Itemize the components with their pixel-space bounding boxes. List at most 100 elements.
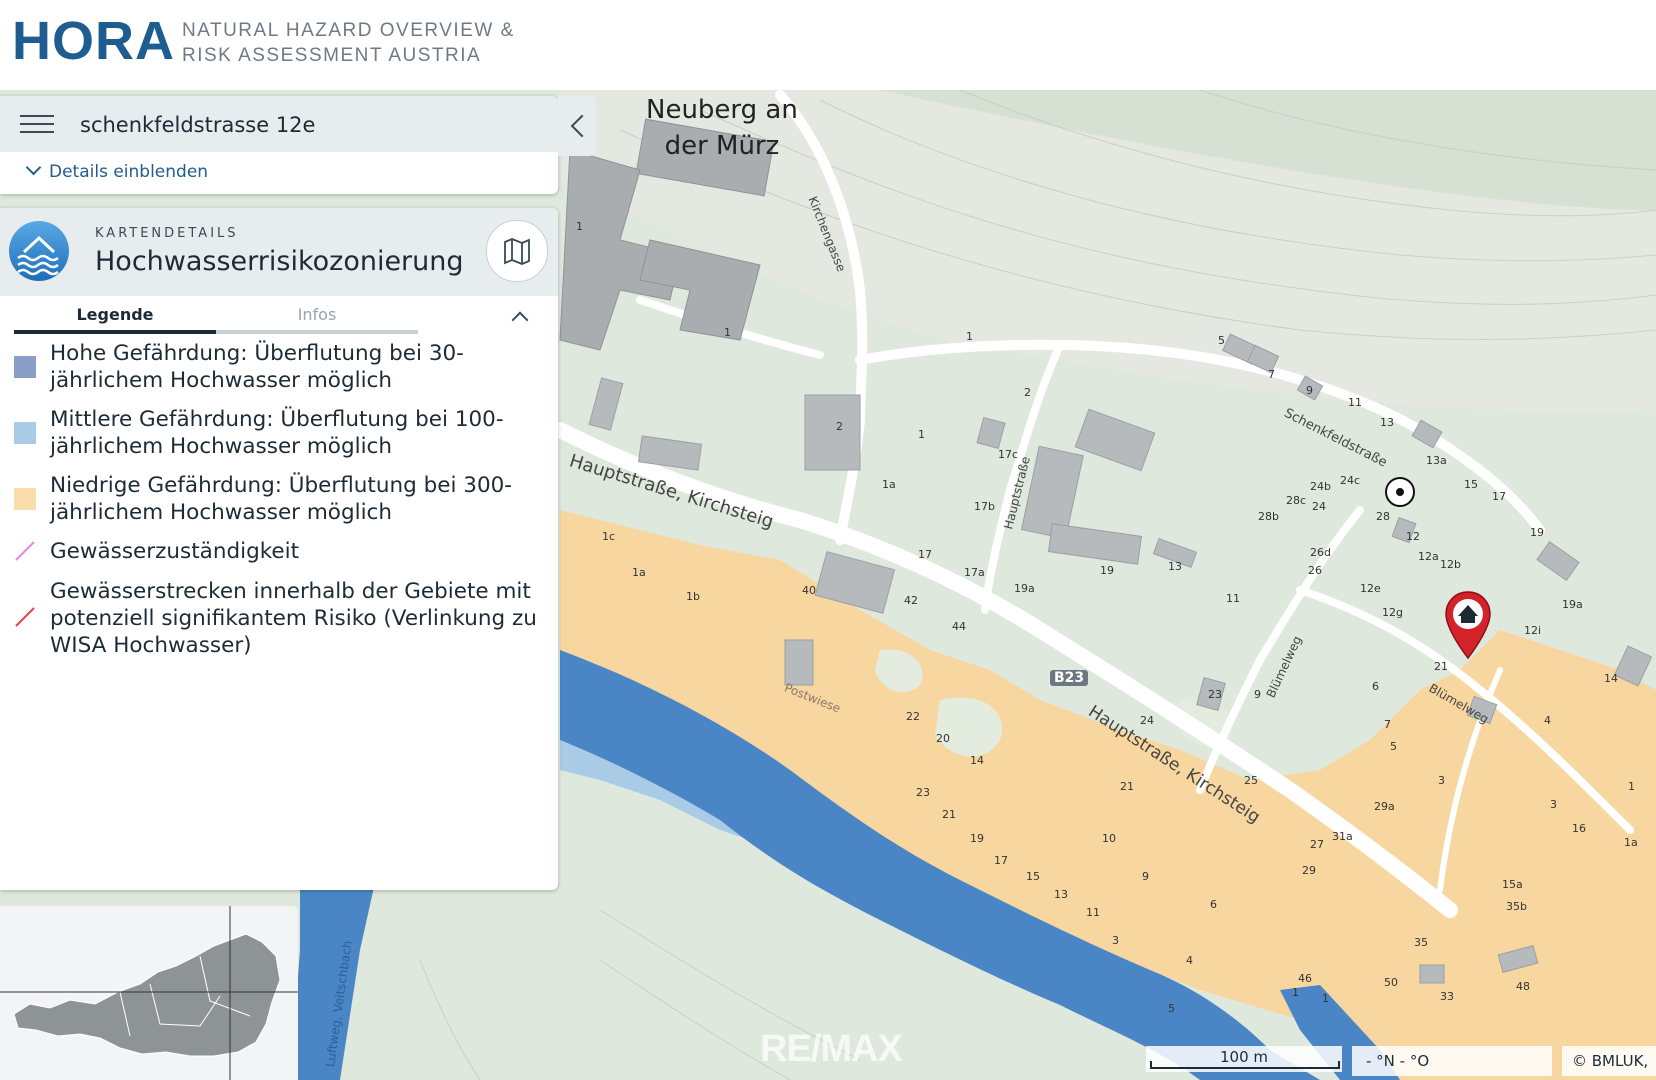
house-number-label: 28 xyxy=(1376,510,1390,523)
house-number-label: 12g xyxy=(1382,606,1403,619)
chevron-left-icon xyxy=(570,114,594,138)
house-number-label: 35 xyxy=(1414,936,1428,949)
house-number-label: 22 xyxy=(906,710,920,723)
details-toggle-label: Details einblenden xyxy=(49,162,209,182)
house-number-label: 21 xyxy=(942,808,956,821)
flood-hazard-icon xyxy=(8,220,70,282)
house-number-label: 1b xyxy=(686,590,700,603)
house-number-label: 14 xyxy=(970,754,984,767)
details-title: Hochwasserrisikozonierung xyxy=(95,246,464,277)
house-number-label: 23 xyxy=(916,786,930,799)
logo-subtitle-line1: NATURAL HAZARD OVERVIEW & xyxy=(182,20,515,41)
map-layers-button[interactable] xyxy=(486,220,548,282)
legend-label-low: Niedrige Gefährdung: Überflutung bei 300… xyxy=(50,473,513,525)
legend-swatch-low xyxy=(14,488,36,510)
house-number-label: 5 xyxy=(1218,334,1225,347)
hora-logo[interactable]: HORA xyxy=(12,10,175,72)
house-number-label: 24b xyxy=(1310,480,1331,493)
house-number-label: 13 xyxy=(1054,888,1068,901)
austria-outline-icon xyxy=(0,906,298,1080)
legend-item-low: Niedrige Gefährdung: Überflutung bei 300… xyxy=(12,472,552,528)
house-number-label: 26 xyxy=(1308,564,1322,577)
legend-line-responsibility-stroke xyxy=(15,541,35,561)
section-label: KARTENDETAILS xyxy=(95,226,239,241)
house-number-label: 12b xyxy=(1440,558,1461,571)
house-number-label: 19a xyxy=(1014,582,1035,595)
house-number-label: 1 xyxy=(918,428,925,441)
scale-bar: 100 m xyxy=(1146,1046,1342,1072)
logo-subtitle-line2: RISK ASSESSMENT AUSTRIA xyxy=(182,45,482,66)
house-number-label: 3 xyxy=(1438,774,1445,787)
overview-map[interactable] xyxy=(0,906,298,1080)
house-number-label: 21 xyxy=(1120,780,1134,793)
house-number-label: 17 xyxy=(994,854,1008,867)
house-number-label: 1 xyxy=(724,326,731,339)
house-number-label: 12 xyxy=(1406,530,1420,543)
house-number-label: 1a xyxy=(1624,836,1638,849)
house-number-label: 7 xyxy=(1384,718,1391,731)
legend-line-risk-streams xyxy=(15,607,35,627)
house-number-label: 27 xyxy=(1310,838,1324,851)
house-number-label: 33 xyxy=(1440,990,1454,1003)
place-label-line1: Neuberg an xyxy=(646,95,798,125)
address-search-input[interactable] xyxy=(78,106,522,144)
menu-icon[interactable] xyxy=(20,110,54,138)
house-number-label: 13 xyxy=(1380,416,1394,429)
house-number-label: 2 xyxy=(836,420,843,433)
legend-item-high: Hohe Gefährdung: Überflutung bei 30-jähr… xyxy=(12,340,552,396)
house-number-label: 11 xyxy=(1226,592,1240,605)
house-number-label: 14 xyxy=(1604,672,1618,685)
map-attribution[interactable]: © BMLUK, xyxy=(1562,1046,1656,1076)
house-number-label: 13 xyxy=(1168,560,1182,573)
house-number-label: 50 xyxy=(1384,976,1398,989)
house-number-label: 9 xyxy=(1254,688,1261,701)
house-number-label: 1a xyxy=(882,478,896,491)
locate-me-icon[interactable] xyxy=(1382,474,1418,510)
tab-infos[interactable]: Infos xyxy=(216,300,418,334)
house-number-label: 4 xyxy=(1186,954,1193,967)
house-number-label: 17b xyxy=(974,500,995,513)
house-number-label: 1 xyxy=(1322,992,1329,1005)
legend-label-medium: Mittlere Gefährdung: Überflutung bei 100… xyxy=(50,407,504,459)
chevron-up-icon xyxy=(511,311,529,329)
house-number-label: 12i xyxy=(1524,624,1542,637)
house-number-label: 13a xyxy=(1426,454,1447,467)
house-number-label: 6 xyxy=(1372,680,1379,693)
house-number-label: 16 xyxy=(1572,822,1586,835)
legend-line-responsibility xyxy=(15,541,35,561)
details-header: KARTENDETAILS Hochwasserrisikozonierung xyxy=(0,208,558,296)
address-pin-icon[interactable] xyxy=(1444,590,1492,660)
house-number-label: 3 xyxy=(1112,934,1119,947)
house-number-label: 24 xyxy=(1312,500,1326,513)
house-number-label: 17c xyxy=(998,448,1019,461)
search-panel: Details einblenden xyxy=(0,96,558,194)
house-number-label: 11 xyxy=(1086,906,1100,919)
tab-legende[interactable]: Legende xyxy=(14,300,216,334)
house-number-label: 11 xyxy=(1348,396,1362,409)
place-label: Neuberg an der Mürz xyxy=(646,92,798,164)
house-number-label: 5 xyxy=(1168,1002,1175,1015)
legend-swatch-medium xyxy=(14,422,36,444)
house-number-label: 42 xyxy=(904,594,918,607)
house-number-label: 28c xyxy=(1286,494,1307,507)
legend-item-responsibility: Gewässerzuständigkeit xyxy=(12,538,552,568)
house-number-label: 19 xyxy=(1100,564,1114,577)
collapse-legend-button[interactable] xyxy=(508,306,530,329)
details-toggle-link[interactable]: Details einblenden xyxy=(25,159,209,182)
house-number-label: 17a xyxy=(964,566,985,579)
house-number-label: 21 xyxy=(1434,660,1448,673)
collapse-panel-button[interactable] xyxy=(558,96,596,156)
house-number-label: 26d xyxy=(1310,546,1331,559)
house-number-label: 5 xyxy=(1390,740,1397,753)
details-tabs: Legende Infos xyxy=(14,300,418,334)
legend-label-responsibility: Gewässerzuständigkeit xyxy=(50,539,300,564)
house-number-label: 19 xyxy=(1530,526,1544,539)
house-number-label: 48 xyxy=(1516,980,1530,993)
house-number-label: 12e xyxy=(1360,582,1381,595)
search-bar xyxy=(0,96,558,152)
house-number-label: 10 xyxy=(1102,832,1116,845)
house-number-label: 1 xyxy=(576,220,583,233)
house-number-label: 44 xyxy=(952,620,966,633)
house-number-label: 24c xyxy=(1340,474,1361,487)
chevron-down-icon xyxy=(25,159,42,176)
